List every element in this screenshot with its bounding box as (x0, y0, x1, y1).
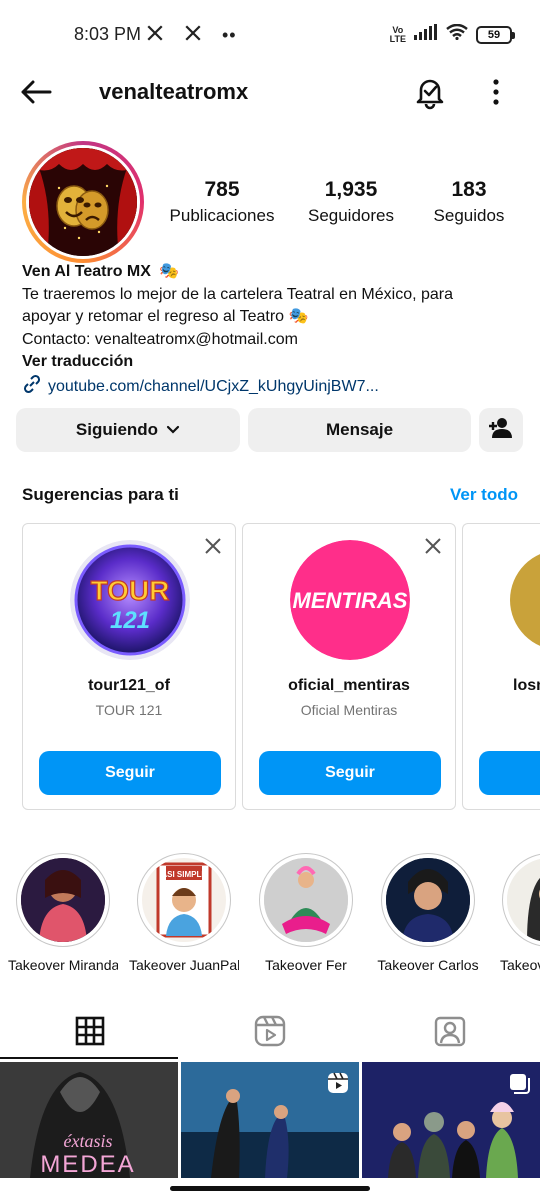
tab-reels[interactable] (180, 1005, 360, 1061)
signal-icon (414, 24, 438, 45)
grid-post[interactable]: éxtasis MEDEA (0, 1062, 178, 1178)
profile-header: venalteatromx (0, 70, 540, 114)
bio-line-1: Te traeremos lo mejor de la cartelera Te… (22, 285, 454, 303)
wifi-icon (446, 23, 468, 45)
back-arrow-icon[interactable] (20, 76, 56, 108)
suggestion-avatar[interactable] (510, 550, 540, 650)
status-notification-icons: •• (146, 24, 237, 47)
svg-text:TOUR: TOUR (91, 575, 170, 606)
stat-following[interactable]: 183 Seguidos (408, 176, 530, 228)
carousel-icon (508, 1072, 530, 1099)
suggestion-username[interactable]: losm (513, 677, 540, 695)
follow-button[interactable]: Seguir (39, 751, 221, 795)
add-person-button[interactable] (479, 408, 523, 452)
suggestion-card: MENTIRAS oficial_mentiras Oficial Mentir… (242, 523, 456, 810)
mentiras-avatar[interactable]: MENTIRAS (290, 540, 410, 660)
bio-external-link[interactable]: youtube.com/channel/UCjxZ_kUhgyUinjBW7..… (22, 374, 522, 402)
suggestion-fullname: TOUR 121 (95, 702, 163, 718)
bio-contact: Contacto: venalteatromx@hotmail.com (22, 330, 298, 348)
svg-text:121: 121 (110, 607, 150, 634)
tour121-avatar[interactable]: TOUR 121 (70, 540, 190, 660)
highlight-cover: ASI SIMPLE (142, 858, 226, 942)
x-logo-icon (184, 24, 202, 47)
highlight-cover (264, 858, 348, 942)
tagged-person-icon (434, 1015, 466, 1052)
suggestion-username[interactable]: oficial_mentiras (243, 677, 455, 695)
reels-icon (254, 1015, 286, 1052)
grid-post[interactable] (362, 1062, 540, 1178)
suggestion-username[interactable]: tour121_of (23, 677, 235, 695)
bio-line-2: apoyar y retomar el regreso al Teatro (22, 308, 285, 325)
svg-text:éxtasis: éxtasis (64, 1131, 113, 1151)
active-tab-indicator (0, 1057, 178, 1059)
x-logo-icon (146, 24, 164, 47)
highlight-item[interactable]: Takeover Fer (251, 853, 361, 973)
battery-icon: 59 (476, 25, 515, 44)
chevron-down-icon (166, 420, 180, 440)
header-username: venalteatromx (99, 79, 249, 104)
stat-posts[interactable]: 785 Publicaciones (150, 176, 294, 228)
theatre-masks-logo (29, 148, 137, 256)
home-indicator[interactable] (170, 1186, 370, 1191)
svg-text:MENTIRAS: MENTIRAS (293, 588, 408, 613)
theatre-masks-emoji-icon: 🎭 (288, 308, 309, 325)
profile-tabs (0, 1005, 540, 1061)
profile-stats: 785 Publicaciones 1,935 Seguidores 183 S… (150, 176, 530, 228)
link-chain-icon (22, 374, 42, 402)
profile-avatar[interactable] (22, 141, 144, 263)
status-time: 8:03 PM (74, 24, 142, 44)
highlight-cover (507, 858, 540, 942)
tab-tagged[interactable] (360, 1005, 540, 1061)
following-button[interactable]: Siguiendo (16, 408, 240, 452)
follow-button[interactable]: Seguir (259, 751, 441, 795)
see-all-link[interactable]: Ver todo (450, 485, 518, 505)
highlight-cover (21, 858, 105, 942)
highlight-item[interactable]: ASI SIMPLE Takeover JuanPab (129, 853, 239, 973)
translate-link[interactable]: Ver traducción (22, 351, 522, 374)
more-dots-icon: •• (222, 25, 237, 45)
follow-button[interactable] (479, 751, 540, 795)
theatre-masks-emoji-icon: 🎭 (159, 263, 180, 280)
notification-bell-icon[interactable] (412, 74, 448, 110)
suggestion-fullname: Oficial Mentiras (300, 702, 398, 718)
reel-icon (327, 1072, 349, 1099)
close-icon[interactable] (423, 536, 443, 556)
status-right-icons: Vo LTE 59 (389, 23, 515, 45)
highlight-item[interactable]: Takeover Miranda (8, 853, 118, 973)
highlight-item[interactable]: Takeover Carlos (373, 853, 483, 973)
svg-text:MEDEA: MEDEA (40, 1151, 135, 1178)
close-icon[interactable] (203, 536, 223, 556)
suggestions-title: Sugerencias para ti (22, 485, 179, 504)
bio-name: Ven Al Teatro MX (22, 263, 151, 280)
add-person-icon (488, 417, 514, 444)
grid-icon (75, 1016, 105, 1051)
grid-post[interactable] (181, 1062, 359, 1178)
posts-grid: éxtasis MEDEA (0, 1062, 540, 1178)
suggestion-card: TOUR 121 tour121_of TOUR 121 Seguir (22, 523, 236, 810)
highlight-cover (386, 858, 470, 942)
svg-text:ASI SIMPLE: ASI SIMPLE (161, 870, 207, 879)
volte-icon: Vo LTE (389, 24, 406, 44)
tab-posts-grid[interactable] (0, 1005, 180, 1061)
stat-followers[interactable]: 1,935 Seguidores (294, 176, 408, 228)
suggestion-card: losm (462, 523, 540, 810)
highlight-item[interactable]: Takeov (494, 853, 540, 973)
more-options-icon[interactable] (484, 76, 508, 108)
message-button[interactable]: Mensaje (248, 408, 471, 452)
profile-bio: Ven Al Teatro MX 🎭 Te traeremos lo mejor… (22, 261, 522, 401)
status-bar: 8:03 PM •• Vo LTE 59 (0, 0, 540, 70)
